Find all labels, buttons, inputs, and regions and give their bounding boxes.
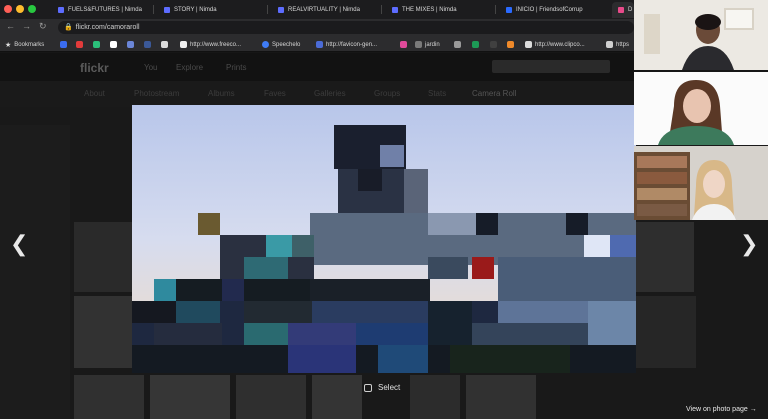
bookmarks-button[interactable]: ★ Bookmarks [5,40,44,50]
subnav-faves[interactable]: Faves [264,89,286,98]
bookmark-favicon-icon[interactable] [454,40,461,49]
bookmark-favicon-icon[interactable] [110,40,117,49]
photo-thumbnail[interactable] [74,296,132,368]
photo-thumbnail[interactable] [74,222,132,292]
subnav-albums[interactable]: Albums [208,89,235,98]
subnav-camera-roll[interactable]: Camera Roll [472,89,516,98]
tab-realvirtuality[interactable]: REALVIRTUALITY | Nimda [272,2,380,18]
bookmark-favicon-icon[interactable] [490,40,497,49]
tab-divider [381,5,382,14]
bookmark-favicon-icon[interactable] [400,40,407,49]
page-icon [180,41,187,48]
tab-favicon-icon [392,7,398,13]
photo-thumbnail[interactable] [636,296,696,368]
participant-video [634,72,768,145]
bookmark-favicon-icon[interactable] [472,40,479,49]
tab-divider [495,5,496,14]
url-input[interactable]: 🔒 flickr.com/camoraroll [58,21,634,34]
tab-story[interactable]: STORY | Nimda [158,2,266,18]
tab-fuels-futures[interactable]: FUELS&FUTURES | Nimda [52,2,152,18]
participant-video [634,146,768,220]
close-window-button[interactable] [4,5,12,13]
bookmark-clipco[interactable]: http://www.clipco... [525,40,585,49]
photo-thumbnail[interactable] [410,375,460,419]
nav-prints[interactable]: Prints [226,63,246,72]
subnav-groups[interactable]: Groups [374,89,400,98]
star-icon: ★ [5,42,12,49]
photo-thumbnail[interactable] [312,375,362,419]
maximize-window-button[interactable] [28,5,36,13]
tab-divider [267,5,268,14]
bookmarks-bar: ★ Bookmarks http://www.freeco... Speeche… [0,36,634,52]
minimize-window-button[interactable] [16,5,24,13]
bookmark-speechelo[interactable]: Speechelo [262,40,300,49]
nav-explore[interactable]: Explore [176,63,203,72]
browser-tab-strip: FUELS&FUTURES | Nimda STORY | Nimda REAL… [0,0,634,19]
tab-the-mixes[interactable]: THE MIXES | Nimda [386,2,494,18]
bookmark-favicon-icon[interactable] [127,40,134,49]
page-icon [606,41,613,48]
bookmark-favicon-icon[interactable] [161,40,168,49]
select-checkbox[interactable]: Select [364,383,400,392]
back-arrow-icon[interactable]: ← [6,21,15,31]
bookmark-freeco[interactable]: http://www.freeco... [180,40,241,49]
page-icon [525,41,532,48]
photo-thumbnail[interactable] [150,375,230,419]
profile-subnav: About Photostream Albums Faves Galleries… [0,81,634,107]
address-bar-row: ← → ↻ 🔒 flickr.com/camoraroll [0,19,634,36]
window-controls [4,5,36,13]
lock-icon: 🔒 [64,24,73,31]
nav-you[interactable]: You [144,63,158,72]
forward-arrow-icon[interactable]: → [22,21,31,31]
photo-thumbnail[interactable] [466,375,536,419]
video-tile-participant [634,0,768,70]
chevron-left-icon[interactable]: ❮ [10,232,28,257]
chevron-right-icon[interactable]: ❯ [740,232,758,257]
flickr-search-input[interactable] [492,60,610,73]
bookmark-favicon-icon[interactable] [76,40,83,49]
subnav-stats[interactable]: Stats [428,89,446,98]
reload-icon[interactable]: ↻ [39,21,47,32]
screen: FUELS&FUTURES | Nimda STORY | Nimda REAL… [0,0,768,419]
subnav-about[interactable]: About [84,89,105,98]
tab-inicio[interactable]: INICIO | FriendsofCorrup [500,2,612,18]
speechelo-icon [262,41,269,48]
bookmark-favicon-icon[interactable] [507,40,514,49]
subnav-galleries[interactable]: Galleries [314,89,346,98]
pixelated-photo [132,105,636,373]
video-tile-participant [634,146,768,220]
tab-favicon-icon [164,7,170,13]
participant-video [634,0,768,70]
flickr-logo[interactable]: flickr [80,61,109,75]
bookmark-favicon-icon[interactable] [60,40,67,49]
lightbox-photo[interactable] [132,105,636,373]
bookmark-favicon-icon[interactable] [93,40,100,49]
checkbox-icon [364,383,372,392]
bookmark-favicon-gen[interactable]: http://favicon-gen... [316,40,377,49]
subnav-photostream[interactable]: Photostream [134,89,179,98]
page-icon [316,41,323,48]
photo-thumbnail[interactable] [236,375,306,419]
tab-favicon-icon [58,7,64,13]
bookmark-favicon-icon[interactable] [144,40,151,49]
flickr-header: flickr You Explore Prints [0,53,634,81]
camera-roll-sidebar [0,125,70,419]
view-on-photo-page-link[interactable]: View on photo page → [686,406,757,413]
photo-thumbnail[interactable] [74,375,144,419]
tab-divider [153,5,154,14]
tab-favicon-icon [506,7,512,13]
photo-thumbnail[interactable] [636,222,694,292]
tab-favicon-icon [618,7,624,13]
bookmark-https[interactable]: https [606,40,629,49]
folder-icon [415,41,422,48]
tab-favicon-icon [278,7,284,13]
video-tile-participant [634,72,768,145]
tab-active[interactable]: D [612,2,634,18]
bookmark-jardin[interactable]: jardin [415,40,440,49]
